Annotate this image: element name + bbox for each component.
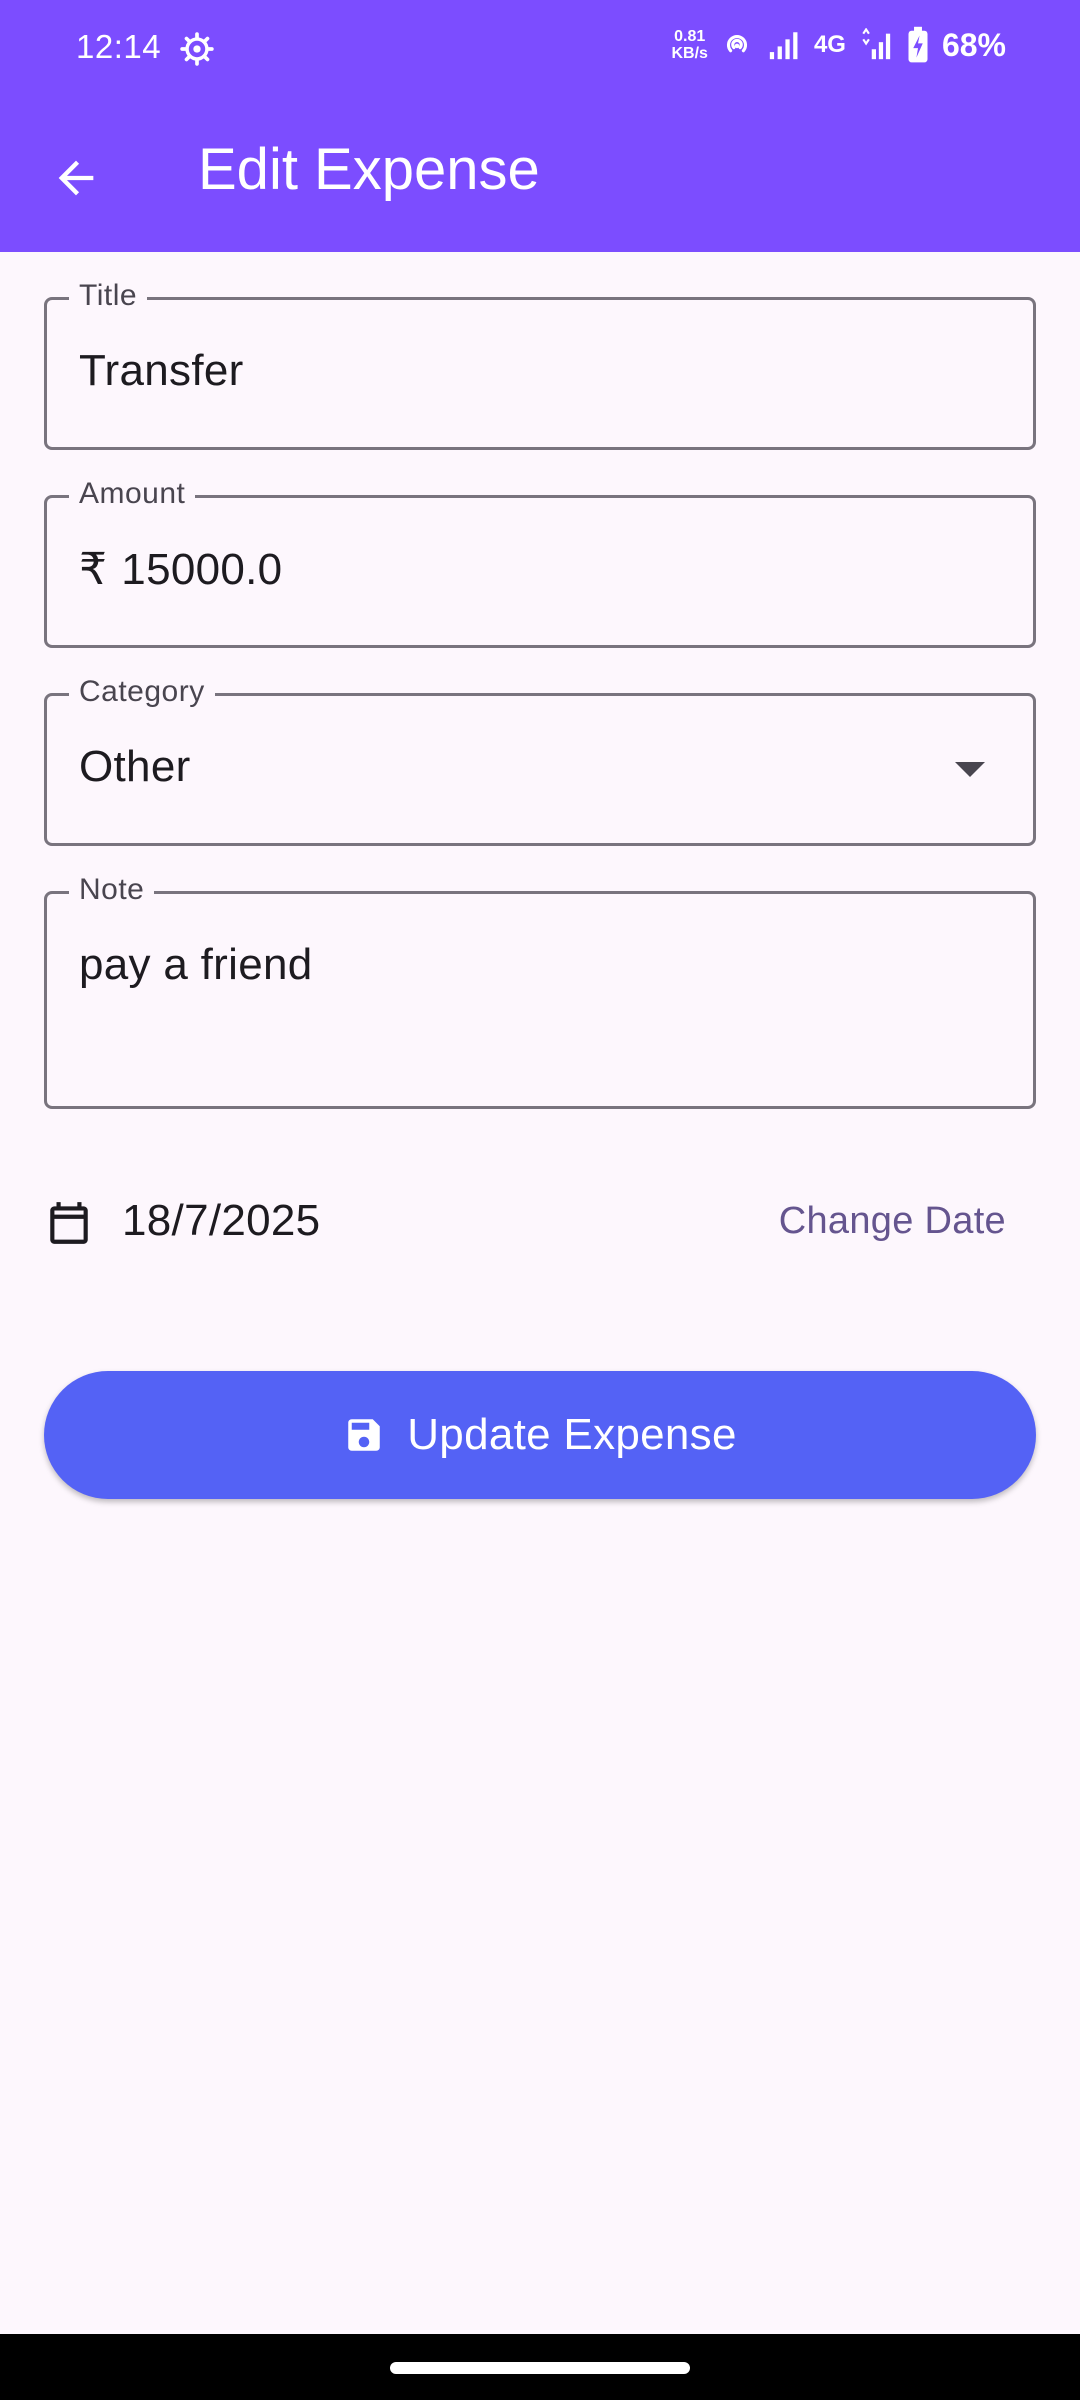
- dropdown-arrow-icon[interactable]: [955, 762, 985, 777]
- title-field-value[interactable]: Transfer: [79, 346, 244, 396]
- title-field-label: Title: [69, 278, 148, 314]
- category-selected-value: Other: [79, 742, 191, 791]
- change-date-button[interactable]: Change Date: [779, 1200, 1006, 1243]
- update-expense-button[interactable]: Update Expense: [44, 1371, 1036, 1499]
- home-indicator[interactable]: [390, 2362, 690, 2374]
- signal-icon: [769, 32, 798, 60]
- status-icons: 0.81 KB/s 4G 68%: [671, 26, 1006, 64]
- date-row: 18/7/2025 Change Date: [44, 1190, 1036, 1250]
- network-speed-unit: KB/s: [671, 45, 708, 62]
- battery-charging-icon: [908, 26, 928, 63]
- selected-date: 18/7/2025: [122, 1196, 321, 1245]
- amount-field[interactable]: Amount ₹15000.0: [44, 476, 1036, 648]
- category-field-label: Category: [69, 674, 215, 710]
- category-dropdown[interactable]: Category Other: [44, 674, 1036, 846]
- status-bar: 12:14 0.81 KB/s 4G 68%: [0, 0, 1080, 100]
- edit-expense-screen: 12:14 0.81 KB/s 4G 68% Edit Expense Titl…: [0, 0, 1080, 2400]
- signal-icon-2: [862, 28, 891, 60]
- system-nav-bar: [0, 2334, 1080, 2400]
- status-time: 12:14: [76, 28, 162, 65]
- network-speed: 0.81 KB/s: [671, 28, 707, 62]
- note-field-label: Note: [69, 872, 155, 908]
- battery-percent: 68%: [941, 26, 1006, 63]
- currency-symbol: ₹: [79, 545, 108, 594]
- hotspot-icon: [726, 35, 747, 53]
- note-field-value[interactable]: pay a friend: [79, 940, 313, 990]
- network-type: 4G: [813, 31, 846, 58]
- page-title: Edit Expense: [198, 137, 540, 202]
- note-field[interactable]: Note pay a friend: [44, 872, 1036, 1109]
- update-expense-label: Update Expense: [407, 1410, 737, 1459]
- network-speed-value: 0.81: [674, 28, 706, 45]
- amount-field-value[interactable]: ₹15000.0: [79, 544, 282, 595]
- save-icon: [348, 1419, 380, 1451]
- arrow-back-icon: [58, 160, 94, 196]
- calendar-icon: [50, 1202, 88, 1244]
- app-bar: Edit Expense: [0, 100, 1080, 252]
- amount-field-label: Amount: [69, 476, 196, 512]
- amount-value: 15000.0: [121, 545, 283, 594]
- back-button[interactable]: [40, 142, 112, 214]
- settings-gear-icon: [180, 32, 214, 66]
- title-field[interactable]: Title Transfer: [44, 278, 1036, 450]
